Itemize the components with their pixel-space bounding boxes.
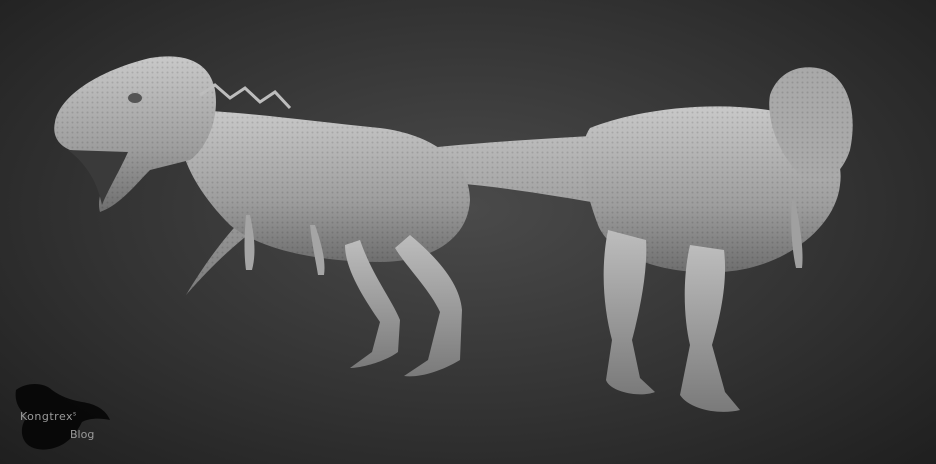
side-dinosaur-figure — [54, 56, 470, 377]
dinosaur-sculpt-render — [54, 56, 853, 412]
watermark-brand: Kongtrexs — [20, 410, 77, 423]
watermark-superscript: s — [73, 410, 77, 418]
eye-detail — [128, 93, 142, 103]
image-canvas: Kongtrexs Blog — [0, 0, 936, 464]
watermark-blog-label: Blog — [70, 428, 95, 441]
